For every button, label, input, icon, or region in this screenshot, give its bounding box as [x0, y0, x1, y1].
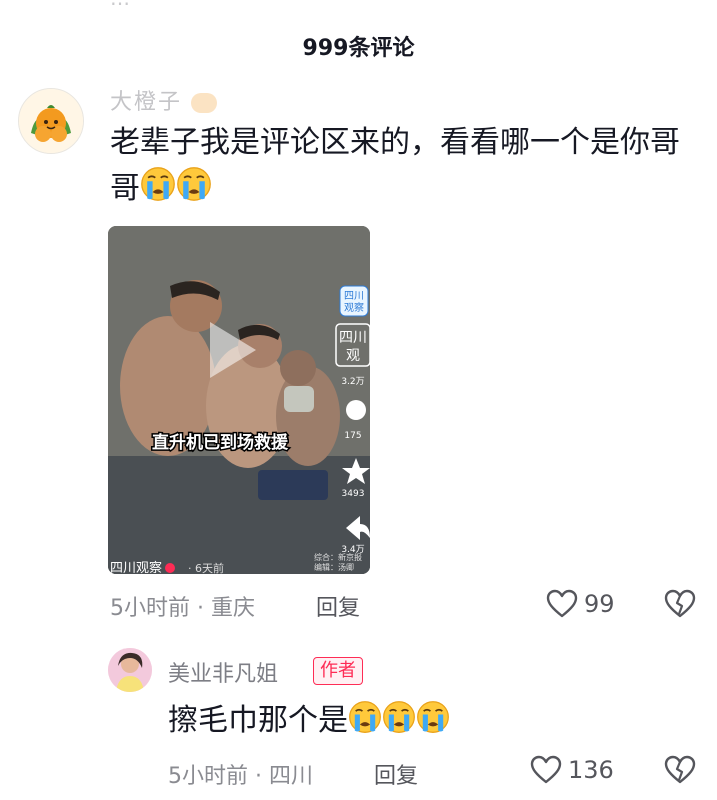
author-badge: 作者 [313, 657, 363, 685]
comment-meta: 5小时前 · 重庆 [110, 596, 255, 621]
like-button[interactable]: 136 [530, 754, 614, 786]
reply-button[interactable]: 回复 [374, 758, 418, 790]
dislike-button[interactable] [664, 754, 696, 790]
like-count: 136 [568, 756, 614, 784]
svg-text:3.2万: 3.2万 [341, 377, 364, 387]
dislike-button[interactable] [664, 588, 696, 624]
profile-photo-icon [108, 648, 152, 692]
avatar[interactable] [108, 648, 152, 692]
svg-text:175: 175 [344, 431, 361, 441]
heart-icon [530, 754, 562, 786]
like-count: 99 [584, 590, 615, 618]
comment-text: 老辈子我是评论区来的，看看哪一个是你哥哥 [110, 125, 680, 206]
orange-avatar-icon [19, 89, 83, 153]
svg-text:观察: 观察 [344, 301, 364, 314]
comment-text: 擦毛巾那个是 [168, 700, 450, 741]
sticker-icon [191, 93, 218, 113]
svg-text:直升机已到场救援: 直升机已到场救援 [152, 432, 289, 453]
crying-face-icon [176, 166, 212, 202]
comment-username[interactable]: 大橙子 [110, 84, 218, 116]
svg-text:综合：新京报: 综合：新京报 [314, 552, 362, 562]
comments-count-title: 999条评论 [302, 36, 415, 61]
crying-face-icon [382, 700, 416, 734]
crying-face-icon [416, 700, 450, 734]
crying-face-icon [140, 166, 176, 202]
broken-heart-icon [664, 588, 696, 620]
svg-text:编辑：汤卿: 编辑：汤卿 [314, 562, 354, 572]
svg-text:四川观察: 四川观察 [110, 561, 162, 574]
svg-text:3493: 3493 [342, 489, 365, 499]
video-frame: 四川 观察 四川 观 3.2万 175 3493 3.4万 综合：新京报 编辑：… [108, 226, 370, 574]
video-thumbnail[interactable]: 四川 观察 四川 观 3.2万 175 3493 3.4万 综合：新京报 编辑：… [108, 226, 370, 574]
crying-face-icon [348, 700, 382, 734]
like-button[interactable]: 99 [546, 588, 615, 620]
broken-heart-icon [664, 754, 696, 786]
previous-content-fragment: … [110, 0, 130, 10]
avatar[interactable] [18, 88, 84, 154]
heart-icon [546, 588, 578, 620]
svg-text:四川: 四川 [339, 330, 367, 346]
comment-username[interactable]: 美业非凡姐 [168, 656, 278, 688]
svg-text:观: 观 [346, 348, 360, 364]
reply-button[interactable]: 回复 [316, 590, 360, 622]
comment-meta: 5小时前 · 四川 [168, 764, 313, 789]
svg-text:· 6天前: · 6天前 [188, 561, 224, 574]
svg-text:四川: 四川 [344, 291, 364, 302]
